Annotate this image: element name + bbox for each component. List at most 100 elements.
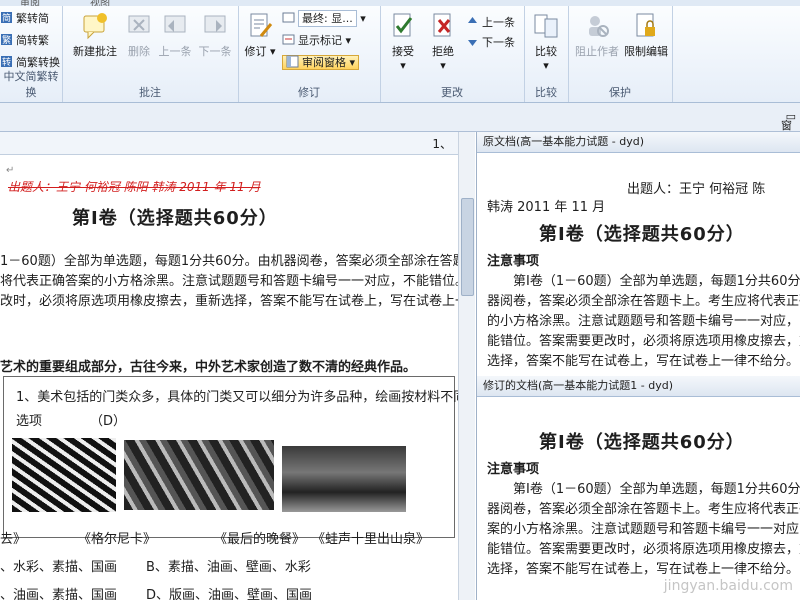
group-chinese-convert: 简繁转简 繁简转繁 转简繁转换 中文简繁转换 (0, 6, 63, 102)
option-a: 、水彩、素描、国画 (0, 560, 118, 575)
track-changes-button[interactable]: 修订 ▾ (242, 12, 278, 59)
previous-comment-icon (164, 15, 186, 33)
revised-notice: 注意事项 (487, 462, 540, 477)
display-icon (282, 12, 295, 23)
window-bar: ▭ 窗口合 (0, 103, 800, 164)
convert-icon: 转 (1, 56, 12, 68)
new-comment-button[interactable]: 新建批注 (66, 12, 124, 59)
next-arrow-icon (468, 40, 477, 46)
left-vertical-scrollbar[interactable] (458, 132, 475, 600)
orig-date: 韩涛 2011 年 11 月 (487, 200, 606, 215)
watermark: jingyan.baidu.com (663, 578, 793, 594)
revised-line: 第Ⅰ卷（1－60题）全部为单选题，每题1分共60分。由 (513, 482, 800, 497)
show-markup-icon (282, 34, 295, 45)
caption-3: 《最后的晚餐》 (214, 532, 306, 547)
group-protect: 阻止作者 限制编辑 保护 (568, 6, 673, 102)
revised-doc-title: 修订的文档(高一基本能力试题1 - dyd) (477, 376, 800, 397)
group-comments: 新建批注 删除 上一条 下一条 批注 (62, 6, 239, 102)
ribbon: 简繁转简 繁简转繁 转简繁转换 中文简繁转换 新建批注 删除 上一条 下一条 批… (0, 6, 800, 103)
option-d: D、版画、油画、壁画、国画 (146, 588, 313, 600)
option-c: 、油画、素描、国画 (0, 588, 118, 600)
block-authors-icon (589, 16, 609, 37)
next-comment-button[interactable]: 下一条 (196, 12, 234, 59)
orig-line: 能错位。答案需要更改时，必须将原选项用橡皮擦去，重 (487, 334, 800, 349)
show-markup-dropdown[interactable]: 显示标记 ▾ (282, 32, 351, 50)
reject-button[interactable]: 拒绝 ▾ (424, 12, 462, 72)
revised-line: 选择，答案不能写在试卷上，写在试卷上一律不给分。 (487, 562, 800, 577)
left-pane-header: 1、 (0, 132, 458, 155)
original-doc-title: 原文档(高一基本能力试题 - dyd) (477, 132, 800, 153)
accept-icon (393, 13, 413, 37)
compare-icon (534, 14, 558, 38)
group-changes: 接受 ▾ 拒绝 ▾ 上一条 下一条 更改 (380, 6, 525, 102)
body-line: 改时，必须将原选项用橡皮擦去，重新选择，答案不能写在试卷上，写在试卷上一 (0, 294, 459, 309)
review-pane-icon (286, 55, 299, 68)
revised-heading: 第Ⅰ卷（选择题共60分） (539, 432, 745, 453)
simp-to-trad-button[interactable]: 繁简转繁 (0, 32, 49, 50)
lock-document-icon (636, 13, 655, 37)
delete-comment-icon (128, 15, 150, 33)
caption-2: 《格尔尼卡》 (78, 532, 157, 547)
orig-notice: 注意事项 (487, 254, 540, 269)
group-label: 比较 (535, 86, 557, 99)
question-text: 1、美术包括的门类众多，具体的门类又可以细分为许多品种，绘画按材料不同 (16, 390, 459, 405)
scroll-thumb[interactable] (461, 198, 474, 296)
group-label: 批注 (139, 86, 161, 99)
group-label: 修订 (298, 86, 320, 99)
block-authors-button[interactable]: 阻止作者 (572, 12, 622, 59)
compare-button[interactable]: 比较 ▾ (528, 12, 564, 72)
window-combine-button[interactable]: ▭ 窗口合 (781, 110, 796, 164)
paragraph-mark: ↵ (6, 165, 15, 176)
orig-line: 第Ⅰ卷（1－60题）全部为单选题，每题1分共60分。由 (513, 274, 800, 289)
option-label-text: 选项 (16, 414, 43, 429)
revised-line: 案的小方格涂黑。注意试题题号和答题卡编号一一对应， (487, 522, 800, 537)
next-change-button[interactable]: 下一条 (466, 34, 515, 52)
group-label: 更改 (441, 86, 463, 99)
artwork-image-1 (12, 438, 116, 512)
svg-text:繁: 繁 (2, 34, 11, 46)
body-line: 1－60题）全部为单选题，每题1分共60分。由机器阅卷，答案必须全部涂在答题 (0, 254, 459, 269)
orig-line: 选择，答案不能写在试卷上，写在试卷上一律不给分。 (487, 354, 800, 369)
group-compare: 比较 ▾ 比较 (524, 6, 569, 102)
orig-line: 的小方格涂黑。注意试题题号和答题卡编号一一对应， (487, 314, 800, 329)
orig-line: 器阅卷，答案必须全部涂在答题卡上。考生应将代表正确 (487, 294, 800, 309)
convert-icon: 简 (1, 12, 12, 24)
caption-1: 去》 (0, 532, 27, 547)
reject-icon (433, 13, 451, 37)
page-marker: 1、 (432, 137, 452, 151)
accept-button[interactable]: 接受 ▾ (384, 12, 422, 72)
previous-arrow-icon (468, 17, 477, 23)
orig-heading: 第Ⅰ卷（选择题共60分） (539, 224, 745, 245)
svg-text:转: 转 (2, 56, 11, 68)
answer-text: （D） (90, 414, 127, 429)
group-tracking: 修订 ▾ 最终: 显... ▾ 显示标记 ▾ 审阅窗格 ▾ 修订 (238, 6, 381, 102)
source-documents-pane: 原文档(高一基本能力试题 - dyd) 出题人：王宁 何裕冠 陈 韩涛 2011… (476, 132, 800, 600)
group-label: 保护 (609, 86, 631, 99)
revised-line: 能错位。答案需要更改时，必须将原选项用橡皮擦去，重 (487, 542, 800, 557)
document-title: 第Ⅰ卷（选择题共60分） (72, 208, 278, 229)
display-for-review-dropdown[interactable]: 最终: 显... ▾ (282, 10, 366, 28)
section-heading: 艺术的重要组成部分，古往今来，中外艺术家创造了数不清的经典作品。 (0, 360, 417, 375)
artwork-image-guernica (124, 440, 274, 510)
deleted-authors-line: 出题人：王宁 何裕冠 陈阳 韩涛 2011 年 11 月 (8, 180, 261, 194)
previous-change-button[interactable]: 上一条 (466, 14, 515, 32)
option-label: 选项 （D） (16, 410, 126, 429)
body-line: 将代表正确答案的小方格涂黑。注意试题题号和答题卡编号一一对应，不能错位。 (0, 274, 459, 289)
artwork-image-last-supper (282, 446, 406, 512)
trad-to-simp-button[interactable]: 简繁转简 (0, 10, 49, 28)
previous-comment-button[interactable]: 上一条 (156, 12, 194, 59)
new-comment-icon (83, 13, 107, 40)
option-b: B、素描、油画、壁画、水彩 (146, 560, 311, 575)
delete-comment-button[interactable]: 删除 (124, 12, 154, 59)
revised-line: 器阅卷，答案必须全部涂在答题卡上。考生应将代表正确 (487, 502, 800, 517)
next-comment-icon (204, 15, 226, 33)
svg-text:简: 简 (2, 12, 11, 24)
caption-4: 《蛙声十里出山泉》 (312, 532, 430, 547)
restrict-editing-button[interactable]: 限制编辑 (622, 12, 670, 59)
combined-document-pane[interactable]: 1、 ↵ 出题人：王宁 何裕冠 陈阳 韩涛 2011 年 11 月 第Ⅰ卷（选择… (0, 132, 459, 600)
group-label: 中文简繁转换 (3, 70, 59, 99)
track-changes-icon (250, 13, 273, 37)
review-pane-button[interactable]: 审阅窗格 ▾ (282, 54, 360, 72)
convert-icon: 繁 (1, 34, 12, 46)
orig-authors: 出题人：王宁 何裕冠 陈 (627, 182, 766, 197)
